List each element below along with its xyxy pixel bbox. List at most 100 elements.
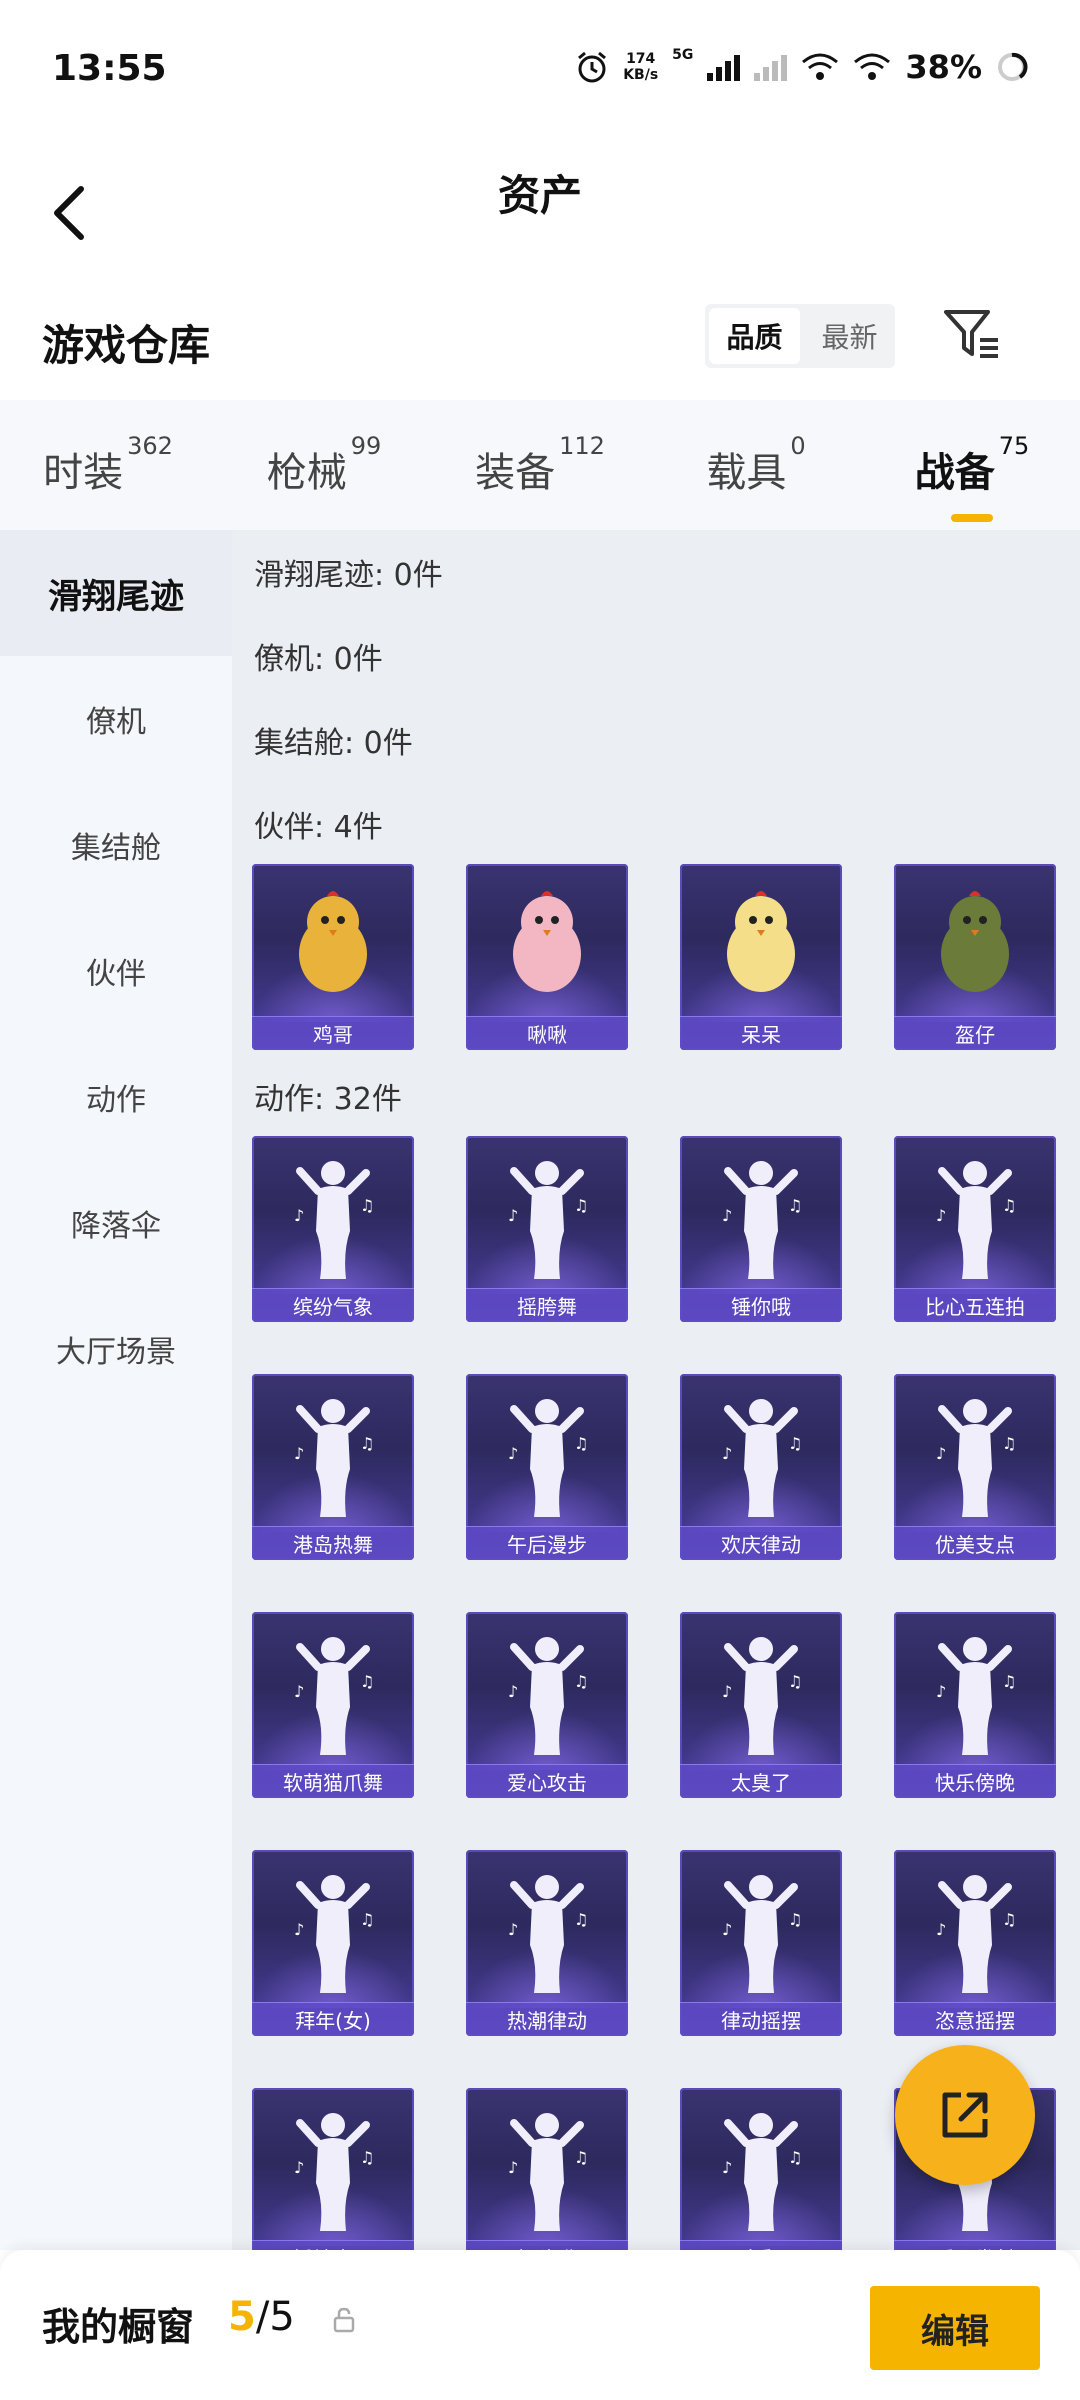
emote-card[interactable]: ♪ ♫ 软萌猫爪舞	[252, 1612, 414, 1798]
emote-card[interactable]: ♪ ♫ 律动摇摆	[680, 1850, 842, 2036]
svg-text:♫: ♫	[360, 2148, 374, 2167]
emote-card[interactable]: ♪ ♫ 热潮律动	[466, 1850, 628, 2036]
emote-card[interactable]: ♪ ♫ 太臭了	[680, 1612, 842, 1798]
partner-card[interactable]: 鸡哥	[252, 864, 414, 1050]
tab-firearms[interactable]: 枪械99	[216, 432, 432, 498]
emote-card[interactable]: ♪ ♫ 爱心攻击	[466, 1612, 628, 1798]
partner-card[interactable]: 盔仔	[894, 864, 1056, 1050]
showcase-label: 我的橱窗	[42, 2305, 195, 2349]
svg-text:♫: ♫	[574, 2148, 588, 2167]
emote-card[interactable]: ♪ ♫ 优美支点	[894, 1374, 1056, 1560]
battery-percent: 38%	[905, 48, 982, 86]
emote-card[interactable]: ♪♫捶地大哭	[252, 2088, 414, 2250]
emote-name: 摇胯舞	[466, 1288, 628, 1322]
category-tabs: 时装362 枪械99 装备112 载具0 战备75	[0, 400, 1080, 530]
emote-figure-icon: ♪♫	[894, 1384, 1056, 1524]
emote-name: 好嗨哟	[466, 2240, 628, 2250]
partner-card[interactable]: 啾啾	[466, 864, 628, 1050]
network-type: 5G	[672, 47, 694, 63]
section-glide-trail: 滑翔尾迹: 0件	[254, 558, 443, 593]
section-wingman: 僚机: 0件	[254, 642, 383, 677]
emote-card[interactable]: ♪ ♫ 摇胯舞	[466, 1136, 628, 1322]
emote-figure-icon: ♪♫	[252, 1622, 414, 1762]
emote-card[interactable]: ♪ ♫ 缤纷气象	[252, 1136, 414, 1322]
filter-icon	[944, 310, 998, 358]
emote-name: 律动摇摆	[680, 2002, 842, 2036]
svg-text:♫: ♫	[1002, 1196, 1016, 1215]
svg-text:♫: ♫	[360, 1910, 374, 1929]
tab-fashion[interactable]: 时装362	[0, 432, 216, 498]
svg-text:♫: ♫	[360, 1672, 374, 1691]
svg-text:♫: ♫	[788, 2148, 802, 2167]
active-tab-indicator	[951, 514, 993, 522]
sidebar-item-partner[interactable]: 伙伴	[0, 908, 232, 1034]
svg-text:♫: ♫	[788, 1910, 802, 1929]
emote-card[interactable]: ♪ ♫ 好嗨哟	[466, 2088, 628, 2250]
status-icons: 174 KB/s 5G 38%	[575, 47, 1028, 86]
emote-name: 优美支点	[894, 1526, 1056, 1560]
tab-label: 时装	[43, 450, 124, 496]
svg-text:♪: ♪	[508, 1206, 518, 1225]
showcase-bar: 我的橱窗 5/5 编辑	[0, 2250, 1080, 2400]
partner-card[interactable]: 呆呆	[680, 864, 842, 1050]
emote-figure-icon: ♪♫	[680, 1384, 842, 1524]
svg-text:♪: ♪	[936, 1206, 946, 1225]
section-emote: 动作: 32件	[254, 1082, 402, 1117]
network-speed-value: 174	[626, 51, 656, 67]
emote-figure-icon: ♪♫	[252, 1860, 414, 2000]
emote-name: 空翻	[680, 2240, 842, 2250]
svg-text:♫: ♫	[574, 1672, 588, 1691]
emote-card[interactable]: ♪ ♫ 恣意摇摆	[894, 1850, 1056, 2036]
tab-label: 枪械	[266, 450, 347, 496]
svg-text:♪: ♪	[294, 1920, 304, 1939]
share-fab[interactable]	[895, 2045, 1035, 2185]
status-bar: 13:55 174 KB/s 5G 38%	[0, 0, 1080, 140]
svg-text:♪: ♪	[722, 1206, 732, 1225]
emote-figure-icon: ♪♫	[466, 1146, 628, 1286]
external-link-icon	[942, 2092, 988, 2138]
svg-text:♫: ♫	[360, 1196, 374, 1215]
emote-name: 比心五连拍	[894, 1288, 1056, 1322]
tab-battle-gear[interactable]: 战备75	[864, 432, 1080, 522]
sidebar-item-emote[interactable]: 动作	[0, 1034, 232, 1160]
signal-icon	[707, 53, 741, 81]
showcase-count-used: 5	[228, 2294, 256, 2340]
emote-card[interactable]: ♪ ♫ 锤你哦	[680, 1136, 842, 1322]
emote-name: 软萌猫爪舞	[252, 1764, 414, 1798]
emote-card[interactable]: ♪ ♫ 拜年(女)	[252, 1850, 414, 2036]
tab-label: 装备	[475, 450, 556, 496]
emote-name: 热潮律动	[466, 2002, 628, 2036]
emote-card[interactable]: ♪♫空翻	[680, 2088, 842, 2250]
sort-newest-option[interactable]: 最新	[804, 304, 895, 368]
sidebar-item-capsule[interactable]: 集结舱	[0, 782, 232, 908]
sidebar-item-lobby-scene[interactable]: 大厅场景	[0, 1286, 232, 1412]
emote-figure-icon: ♪♫	[466, 1622, 628, 1762]
svg-text:♪: ♪	[936, 1682, 946, 1701]
emote-card[interactable]: ♪ ♫ 比心五连拍	[894, 1136, 1056, 1322]
partner-name: 盔仔	[894, 1016, 1056, 1050]
emote-figure-icon: ♪♫	[680, 1146, 842, 1286]
sidebar-item-wingman[interactable]: 僚机	[0, 656, 232, 782]
emote-figure-icon: ♪♫	[466, 1860, 628, 2000]
svg-text:♫: ♫	[574, 1434, 588, 1453]
tab-vehicles[interactable]: 载具0	[648, 432, 864, 498]
edit-button[interactable]: 编辑	[870, 2286, 1040, 2370]
sort-quality-option[interactable]: 品质	[709, 308, 800, 364]
emote-card[interactable]: ♪ ♫ 港岛热舞	[252, 1374, 414, 1560]
emote-figure-icon: ♪♫	[252, 2098, 414, 2238]
filter-button[interactable]	[940, 302, 1004, 366]
sidebar-item-parachute[interactable]: 降落伞	[0, 1160, 232, 1286]
svg-text:♪: ♪	[722, 1682, 732, 1701]
svg-text:♪: ♪	[508, 2158, 518, 2177]
tab-count: 112	[559, 432, 605, 460]
tab-equipment[interactable]: 装备112	[432, 432, 648, 498]
emote-card[interactable]: ♪ ♫ 午后漫步	[466, 1374, 628, 1560]
sidebar-item-glide-trail[interactable]: 滑翔尾迹	[0, 530, 232, 656]
emote-card[interactable]: ♪ ♫ 欢庆律动	[680, 1374, 842, 1560]
emote-card[interactable]: ♪ ♫ 快乐傍晚	[894, 1612, 1056, 1798]
svg-text:♫: ♫	[574, 1196, 588, 1215]
emote-name: 午后漫步	[466, 1526, 628, 1560]
svg-text:♫: ♫	[1002, 1672, 1016, 1691]
svg-text:♫: ♫	[1002, 1434, 1016, 1453]
lock-icon	[333, 2307, 355, 2333]
